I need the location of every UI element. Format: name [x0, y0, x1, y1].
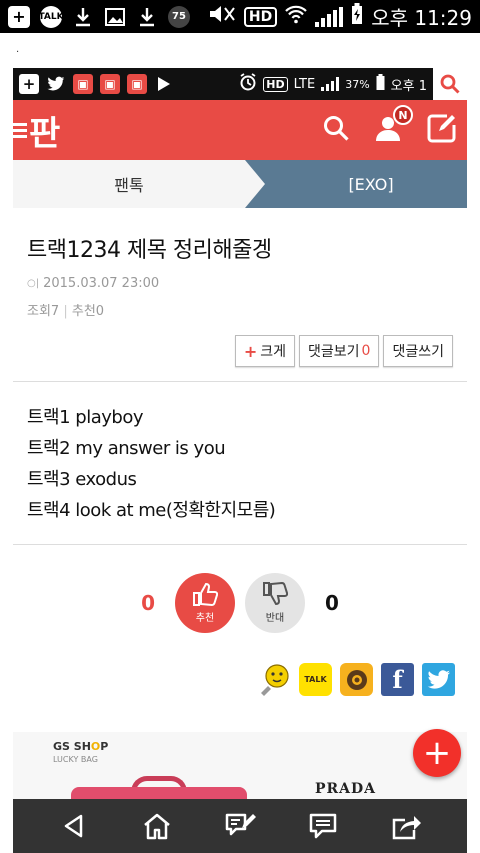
ad-logo-text: GS SH [53, 740, 91, 753]
comment-count: 0 [361, 343, 371, 359]
ad-logo-text-end: P [100, 740, 109, 753]
author-icon: ○| [27, 278, 40, 289]
post-body: 트랙1 playboy 트랙2 my answer is you 트랙3 exo… [13, 382, 467, 544]
kakaotalk-share-icon[interactable]: TALK [299, 663, 332, 696]
plus-square-icon: + [19, 74, 39, 94]
downvote-button[interactable]: 반대 [245, 573, 305, 633]
kakaotalk-icon: TALK [38, 5, 64, 28]
view-comments-button[interactable]: 댓글보기 0 [299, 335, 380, 367]
enlarge-label: 크게 [260, 344, 287, 360]
search-icon[interactable] [323, 115, 349, 145]
cell-signal-icon [321, 77, 340, 91]
pann-app-icon-3: ▣ [127, 74, 147, 94]
plus-square-icon: + [8, 5, 30, 28]
share-icon[interactable] [388, 808, 424, 844]
share-bar: TALK f [13, 633, 467, 696]
notification-badge: N [393, 105, 413, 125]
upvote-count: 0 [141, 591, 155, 615]
ad-product-brand: PRADA [315, 781, 377, 797]
recommend-count: 추천0 [71, 304, 105, 319]
post-title: 트랙1234 제목 정리해줄겡 [27, 238, 272, 263]
pann-app-icon: ▣ [73, 74, 93, 94]
home-icon[interactable] [139, 808, 175, 844]
post-meta-date: ○| 2015.03.07 23:00 [27, 276, 453, 291]
device-status-bar: + TALK 75 HD 오후 11:29 [0, 0, 480, 33]
battery-icon [351, 3, 363, 30]
view-count: 조회7 [27, 304, 60, 319]
facebook-share-icon[interactable]: f [381, 663, 414, 696]
write-comment-button[interactable]: 댓글쓰기 [383, 335, 453, 367]
emoji-icon[interactable] [258, 663, 291, 696]
download-icon [72, 6, 94, 28]
body-line: 트랙2 my answer is you [27, 438, 226, 459]
floating-add-button[interactable]: + [413, 729, 461, 777]
notification-count-icon: 75 [168, 5, 190, 28]
inner-status-time: 오후 1 [390, 78, 427, 94]
breadcrumb-arrow [245, 160, 265, 208]
body-line: 트랙3 exodus [27, 469, 137, 490]
ad-store-logo: GS SHOP LUCKY BAG [53, 740, 108, 766]
logo-text: 판 [29, 113, 61, 154]
vote-section: 0 추천 반대 0 [13, 545, 467, 633]
edit-note-icon[interactable] [222, 808, 258, 844]
image-icon [104, 6, 126, 28]
upvote-button[interactable]: 추천 [175, 573, 235, 633]
browser-bottom-nav [13, 799, 467, 853]
plus-icon: + [243, 341, 258, 361]
status-time: 오후 11:29 [371, 6, 472, 30]
twitter-bird-icon [46, 74, 66, 94]
ad-logo-subtitle: LUCKY BAG [53, 755, 98, 764]
app-header: 판 N [13, 100, 467, 160]
cell-signal-icon [315, 6, 344, 27]
pann-logo[interactable]: 판 [13, 106, 60, 155]
breadcrumb-subcategory[interactable]: [EXO] [245, 160, 467, 208]
download-icon-2 [136, 6, 158, 28]
breadcrumb: 팬톡 [EXO] [13, 160, 467, 208]
downvote-count: 0 [325, 591, 339, 615]
write-icon[interactable] [427, 113, 457, 147]
view-comments-label: 댓글보기 [308, 344, 360, 360]
play-icon [154, 74, 174, 94]
breadcrumb-category[interactable]: 팬톡 [13, 160, 245, 208]
write-comment-label: 댓글쓰기 [392, 344, 444, 360]
search-icon[interactable] [433, 68, 467, 100]
body-line: 트랙4 look at me(정확한지모름) [27, 500, 276, 521]
ad-logo-highlight: O [90, 740, 101, 753]
separator-dot: . [16, 44, 20, 55]
inner-status-bar: + ▣ ▣ ▣ HD LTE 37% 오후 1 [13, 68, 467, 100]
mute-icon [208, 4, 236, 29]
post-stats: 조회7 | 추천0 [27, 300, 453, 319]
stats-divider: | [63, 304, 72, 319]
post-actions: + 크게 댓글보기 0 댓글쓰기 [27, 335, 453, 367]
menu-icon[interactable] [13, 120, 27, 141]
body-line: 트랙1 playboy [27, 407, 144, 428]
back-icon[interactable] [56, 808, 92, 844]
lte-label: LTE [293, 76, 316, 92]
post-header: 트랙1234 제목 정리해줄겡 ○| 2015.03.07 23:00 조회7 … [13, 208, 467, 381]
wifi-icon [285, 4, 307, 29]
hd-voice-icon: HD [243, 6, 278, 27]
post-date: 2015.03.07 23:00 [43, 276, 160, 291]
enlarge-button[interactable]: + 크게 [234, 335, 296, 367]
pann-app-icon-2: ▣ [100, 74, 120, 94]
user-icon[interactable]: N [375, 105, 413, 145]
post-screen: + ▣ ▣ ▣ HD LTE 37% 오후 1 판 N 팬톡 [EXO] 트랙1… [13, 68, 467, 853]
battery-icon [376, 74, 385, 94]
downvote-label: 반대 [265, 613, 285, 624]
upvote-label: 추천 [195, 613, 215, 624]
comment-icon[interactable] [305, 808, 341, 844]
plus-icon: + [422, 733, 452, 773]
kakaostory-share-icon[interactable] [340, 663, 373, 696]
thumbs-down-icon [262, 581, 289, 609]
twitter-share-icon[interactable] [422, 663, 455, 696]
battery-percent: 37% [345, 77, 370, 91]
thumbs-up-icon [192, 582, 219, 609]
alarm-icon [239, 73, 257, 95]
hd-voice-icon: HD [263, 76, 288, 92]
